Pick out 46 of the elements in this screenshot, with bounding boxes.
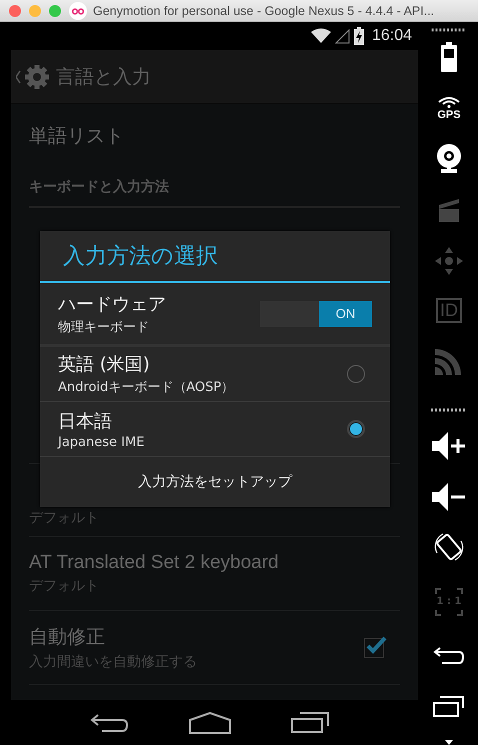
clock-time: 16:04	[372, 27, 412, 45]
webcam-icon[interactable]	[436, 144, 462, 174]
battery-icon	[354, 27, 364, 45]
setting-title[interactable]: 自動修正	[29, 624, 197, 650]
back-icon[interactable]	[433, 646, 465, 666]
scale-button[interactable]: 1 : 1	[436, 572, 462, 630]
toggle-switch[interactable]: ON	[260, 300, 372, 326]
recents-icon[interactable]	[290, 712, 330, 734]
dialog-title: 入力方法の選択	[63, 243, 218, 271]
setting-title[interactable]: AT Translated Set 2 keyboard	[29, 552, 279, 574]
window-title: Genymotion for personal use - Google Nexus 5 - 4.4.4 - API...	[93, 4, 434, 18]
scroll-down-icon[interactable]	[445, 740, 453, 745]
option-summary: Japanese IME	[58, 434, 146, 450]
volume-down-icon[interactable]	[432, 482, 466, 511]
back-icon[interactable]	[90, 712, 130, 734]
app-logo-icon	[69, 2, 87, 20]
battery-icon[interactable]	[440, 42, 458, 72]
volume-up-icon[interactable]	[432, 432, 466, 460]
expand-corners-icon	[434, 588, 463, 616]
setting-summary: デフォルト	[29, 509, 99, 527]
section-header: キーボードと入力方法	[29, 178, 169, 196]
gps-button[interactable]: GPS	[436, 82, 462, 134]
scale-label: 1 : 1	[436, 596, 462, 608]
rotate-icon[interactable]	[433, 531, 465, 564]
setup-button[interactable]: 入力方法をセットアップ	[40, 457, 390, 507]
option-summary: 物理キーボード	[58, 318, 150, 336]
option-title[interactable]: ハードウェア	[58, 292, 260, 316]
recents-icon[interactable]	[433, 696, 465, 718]
setting-title[interactable]: 単語リスト	[29, 123, 124, 149]
grip-icon[interactable]	[431, 28, 467, 32]
setting-summary: デフォルト	[29, 577, 100, 595]
gps-label: GPS	[437, 108, 461, 121]
gps-icon	[436, 96, 462, 108]
signal-icon	[334, 28, 350, 44]
radio-button[interactable]	[347, 365, 365, 383]
wifi-icon	[310, 28, 331, 44]
setting-summary: 入力間違いを自動修正する	[29, 653, 197, 671]
radio-button[interactable]	[347, 420, 365, 438]
id-button[interactable]: ID	[436, 298, 462, 324]
grip-icon[interactable]	[431, 408, 467, 412]
option-summary: Androidキーボード（AOSP）	[58, 379, 236, 396]
option-title[interactable]: 英語 (米国)	[58, 352, 347, 376]
home-icon[interactable]	[188, 712, 231, 734]
checkbox[interactable]	[364, 638, 384, 658]
screen-title: 言語と入力	[56, 64, 151, 90]
option-title[interactable]: 日本語	[58, 408, 347, 432]
